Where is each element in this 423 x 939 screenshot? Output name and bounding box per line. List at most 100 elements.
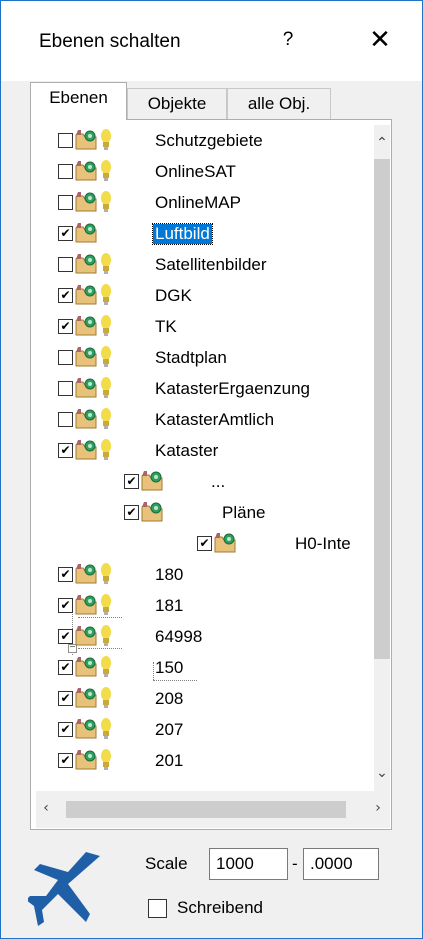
layer-row[interactable]: OnlineSAT	[36, 156, 374, 186]
layer-label[interactable]: 201	[155, 751, 183, 771]
layer-checkbox[interactable]	[58, 598, 73, 613]
layer-label[interactable]: Luftbild	[152, 223, 213, 245]
layer-checkbox[interactable]	[58, 567, 73, 582]
layer-label[interactable]: 64998	[155, 627, 202, 647]
layer-label[interactable]: KatasterAmtlich	[155, 410, 274, 430]
layer-checkbox[interactable]	[58, 629, 73, 644]
layer-row[interactable]: 181	[36, 590, 374, 620]
layer-row[interactable]: Schutzgebiete	[36, 125, 374, 155]
layer-folder-icon	[75, 347, 97, 367]
visibility-bulb-icon[interactable]	[101, 191, 111, 213]
vertical-scrollbar[interactable]: ⌃ ⌄	[374, 125, 390, 791]
visibility-bulb-icon[interactable]	[101, 718, 111, 740]
layer-checkbox[interactable]	[58, 319, 73, 334]
scale-from-input[interactable]: 1000	[209, 848, 288, 880]
scroll-down-icon[interactable]: ⌄	[374, 765, 390, 781]
visibility-bulb-icon[interactable]	[101, 129, 111, 151]
scale-to-input[interactable]: .0000	[303, 848, 379, 880]
layer-folder-icon	[75, 688, 97, 708]
layer-row[interactable]: DGK	[36, 280, 374, 310]
tab-alle-obj[interactable]: alle Obj.	[227, 88, 331, 119]
layer-label[interactable]: 180	[155, 565, 183, 585]
layer-row[interactable]: 64998	[36, 621, 374, 651]
layer-checkbox[interactable]	[58, 257, 73, 272]
visibility-bulb-icon[interactable]	[101, 439, 111, 461]
visibility-bulb-icon[interactable]	[101, 749, 111, 771]
layer-row[interactable]: Luftbild	[36, 218, 374, 248]
layer-row[interactable]: 150	[36, 652, 374, 682]
scroll-left-icon[interactable]: ‹	[38, 800, 54, 816]
visibility-bulb-icon[interactable]	[101, 687, 111, 709]
layer-checkbox[interactable]	[58, 164, 73, 179]
visibility-bulb-icon[interactable]	[101, 377, 111, 399]
visibility-bulb-icon[interactable]	[101, 346, 111, 368]
layer-row[interactable]: Satellitenbilder	[36, 249, 374, 279]
layer-label[interactable]: 181	[155, 596, 183, 616]
close-button[interactable]: ✕	[363, 23, 397, 57]
layer-label[interactable]: OnlineSAT	[155, 162, 236, 182]
scroll-right-icon[interactable]: ›	[370, 800, 386, 816]
layer-label[interactable]: H0-Inte	[295, 534, 351, 554]
writing-checkbox[interactable]	[148, 899, 167, 918]
layer-label[interactable]: Satellitenbilder	[155, 255, 267, 275]
layer-label[interactable]: TK	[155, 317, 177, 337]
visibility-bulb-icon[interactable]	[101, 315, 111, 337]
layer-row[interactable]: H0-Inte	[36, 528, 374, 558]
layer-label[interactable]: Schutzgebiete	[155, 131, 263, 151]
visibility-bulb-icon[interactable]	[101, 594, 111, 616]
layer-row[interactable]: Pläne	[36, 497, 374, 527]
layer-row[interactable]: 207	[36, 714, 374, 744]
layer-checkbox[interactable]	[124, 505, 139, 520]
layer-label[interactable]: Kataster	[155, 441, 218, 461]
visibility-bulb-icon[interactable]	[101, 408, 111, 430]
tab-objekte[interactable]: Objekte	[127, 88, 227, 119]
vertical-scroll-thumb[interactable]	[374, 159, 390, 659]
layer-label[interactable]: Stadtplan	[155, 348, 227, 368]
layer-label[interactable]: 208	[155, 689, 183, 709]
layer-row[interactable]: TK	[36, 311, 374, 341]
layer-checkbox[interactable]	[58, 412, 73, 427]
layer-row[interactable]: ...	[36, 466, 374, 496]
layer-checkbox[interactable]	[58, 350, 73, 365]
layer-row[interactable]: 201	[36, 745, 374, 775]
layer-folder-icon	[75, 626, 97, 646]
layer-checkbox[interactable]	[197, 536, 212, 551]
visibility-bulb-icon[interactable]	[101, 253, 111, 275]
layer-row[interactable]: KatasterErgaenzung	[36, 373, 374, 403]
layer-checkbox[interactable]	[58, 226, 73, 241]
visibility-bulb-icon[interactable]	[101, 625, 111, 647]
visibility-bulb-icon[interactable]	[101, 563, 111, 585]
layer-row[interactable]: 208	[36, 683, 374, 713]
layer-label[interactable]: KatasterErgaenzung	[155, 379, 310, 399]
layer-row[interactable]: Stadtplan	[36, 342, 374, 372]
layer-checkbox[interactable]	[58, 722, 73, 737]
help-button[interactable]: ?	[273, 23, 303, 57]
layer-checkbox[interactable]	[58, 288, 73, 303]
layer-label[interactable]: ...	[211, 472, 225, 492]
horizontal-scrollbar[interactable]: ‹ ›	[36, 791, 390, 828]
layer-checkbox[interactable]	[58, 443, 73, 458]
horizontal-scroll-thumb[interactable]	[66, 801, 346, 818]
layer-checkbox[interactable]	[58, 133, 73, 148]
layer-row[interactable]: KatasterAmtlich	[36, 404, 374, 434]
layer-label[interactable]: 207	[155, 720, 183, 740]
visibility-bulb-icon[interactable]	[101, 160, 111, 182]
layer-label[interactable]: OnlineMAP	[155, 193, 241, 213]
visibility-bulb-icon[interactable]	[101, 284, 111, 306]
layer-checkbox[interactable]	[58, 753, 73, 768]
layer-row[interactable]: OnlineMAP	[36, 187, 374, 217]
layer-checkbox[interactable]	[124, 474, 139, 489]
visibility-bulb-icon[interactable]	[101, 656, 111, 678]
layer-checkbox[interactable]	[58, 691, 73, 706]
layer-label[interactable]: Pläne	[222, 503, 265, 523]
tab-ebenen[interactable]: Ebenen	[30, 82, 127, 120]
layer-row[interactable]: 180	[36, 559, 374, 589]
title-bar[interactable]: Ebenen schalten ? ✕	[1, 1, 422, 81]
layer-row[interactable]: Kataster	[36, 435, 374, 465]
layer-checkbox[interactable]	[58, 660, 73, 675]
layer-label[interactable]: DGK	[155, 286, 192, 306]
layer-label[interactable]: 150	[155, 658, 183, 678]
layer-checkbox[interactable]	[58, 195, 73, 210]
layer-checkbox[interactable]	[58, 381, 73, 396]
scroll-up-icon[interactable]: ⌃	[374, 135, 390, 151]
